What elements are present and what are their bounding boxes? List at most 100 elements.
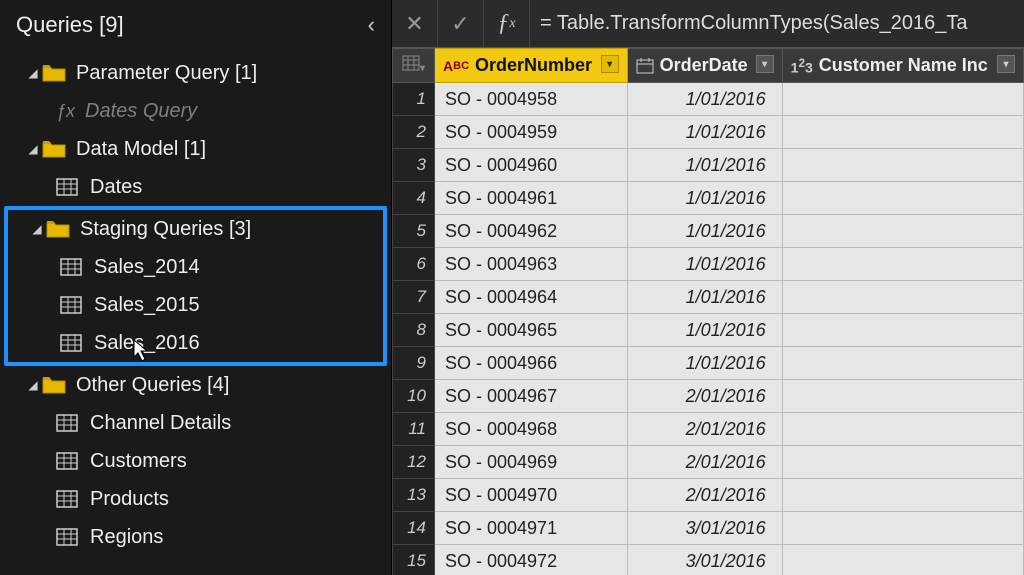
query-item[interactable]: Sales_2016 bbox=[8, 324, 383, 362]
cell-order[interactable]: SO - 0004960 bbox=[435, 149, 628, 182]
column-header[interactable]: ABCOrderNumber▾ bbox=[435, 49, 628, 83]
cell-customer[interactable] bbox=[782, 149, 1023, 182]
table-icon bbox=[60, 334, 82, 352]
cell-date[interactable]: 1/01/2016 bbox=[627, 182, 782, 215]
cell-order[interactable]: SO - 0004963 bbox=[435, 248, 628, 281]
cell-date[interactable]: 3/01/2016 bbox=[627, 512, 782, 545]
table-row[interactable]: 4SO - 00049611/01/2016 bbox=[393, 182, 1024, 215]
row-number: 2 bbox=[393, 116, 435, 149]
cell-date[interactable]: 1/01/2016 bbox=[627, 116, 782, 149]
group-label: Parameter Query [1] bbox=[76, 62, 257, 85]
query-group[interactable]: ◢Data Model [1] bbox=[4, 130, 387, 168]
cell-date[interactable]: 2/01/2016 bbox=[627, 380, 782, 413]
cell-order[interactable]: SO - 0004969 bbox=[435, 446, 628, 479]
query-group[interactable]: ◢Parameter Query [1] bbox=[4, 54, 387, 92]
cell-order[interactable]: SO - 0004967 bbox=[435, 380, 628, 413]
cell-date[interactable]: 1/01/2016 bbox=[627, 281, 782, 314]
cell-customer[interactable] bbox=[782, 347, 1023, 380]
table-row[interactable]: 9SO - 00049661/01/2016 bbox=[393, 347, 1024, 380]
column-header[interactable]: OrderDate▾ bbox=[627, 49, 782, 83]
formula-input[interactable] bbox=[530, 0, 1024, 47]
folder-icon bbox=[46, 220, 70, 238]
table-row[interactable]: 14SO - 00049713/01/2016 bbox=[393, 512, 1024, 545]
cell-order[interactable]: SO - 0004965 bbox=[435, 314, 628, 347]
number-type-icon: 123 bbox=[791, 57, 813, 76]
cell-customer[interactable] bbox=[782, 380, 1023, 413]
column-filter-icon[interactable]: ▾ bbox=[601, 55, 619, 73]
query-item[interactable]: Customers bbox=[4, 442, 387, 480]
query-group[interactable]: ◢Staging Queries [3] bbox=[8, 210, 383, 248]
query-item[interactable]: ƒxDates Query bbox=[4, 92, 387, 130]
query-item[interactable]: Dates bbox=[4, 168, 387, 206]
queries-tree: ◢Parameter Query [1]ƒxDates Query◢Data M… bbox=[0, 54, 391, 556]
text-type-icon: ABC bbox=[443, 58, 469, 74]
cell-date[interactable]: 2/01/2016 bbox=[627, 446, 782, 479]
query-item[interactable]: Regions bbox=[4, 518, 387, 556]
group-label: Staging Queries [3] bbox=[80, 218, 251, 241]
row-number: 7 bbox=[393, 281, 435, 314]
cell-customer[interactable] bbox=[782, 479, 1023, 512]
cell-customer[interactable] bbox=[782, 413, 1023, 446]
column-filter-icon[interactable]: ▾ bbox=[756, 55, 774, 73]
cell-date[interactable]: 2/01/2016 bbox=[627, 479, 782, 512]
cancel-formula-button[interactable]: ✕ bbox=[392, 0, 438, 47]
table-row[interactable]: 3SO - 00049601/01/2016 bbox=[393, 149, 1024, 182]
cell-date[interactable]: 1/01/2016 bbox=[627, 248, 782, 281]
cell-customer[interactable] bbox=[782, 83, 1023, 116]
table-row[interactable]: 7SO - 00049641/01/2016 bbox=[393, 281, 1024, 314]
cell-order[interactable]: SO - 0004970 bbox=[435, 479, 628, 512]
cell-order[interactable]: SO - 0004961 bbox=[435, 182, 628, 215]
table-row[interactable]: 8SO - 00049651/01/2016 bbox=[393, 314, 1024, 347]
query-label: Regions bbox=[90, 526, 163, 549]
cell-customer[interactable] bbox=[782, 215, 1023, 248]
cell-order[interactable]: SO - 0004966 bbox=[435, 347, 628, 380]
table-row[interactable]: 1SO - 00049581/01/2016 bbox=[393, 83, 1024, 116]
cell-date[interactable]: 1/01/2016 bbox=[627, 83, 782, 116]
row-number: 12 bbox=[393, 446, 435, 479]
cell-date[interactable]: 1/01/2016 bbox=[627, 314, 782, 347]
table-row[interactable]: 10SO - 00049672/01/2016 bbox=[393, 380, 1024, 413]
cell-order[interactable]: SO - 0004968 bbox=[435, 413, 628, 446]
table-row[interactable]: 11SO - 00049682/01/2016 bbox=[393, 413, 1024, 446]
query-item[interactable]: Products bbox=[4, 480, 387, 518]
cell-date[interactable]: 1/01/2016 bbox=[627, 149, 782, 182]
row-header-corner[interactable]: ▾ bbox=[393, 49, 435, 83]
query-item[interactable]: Channel Details bbox=[4, 404, 387, 442]
collapse-panel-icon[interactable]: ‹ bbox=[368, 12, 375, 38]
cell-date[interactable]: 3/01/2016 bbox=[627, 545, 782, 575]
query-group[interactable]: ◢Other Queries [4] bbox=[4, 366, 387, 404]
query-item[interactable]: Sales_2015 bbox=[8, 286, 383, 324]
cell-customer[interactable] bbox=[782, 446, 1023, 479]
cell-date[interactable]: 1/01/2016 bbox=[627, 215, 782, 248]
cell-order[interactable]: SO - 0004972 bbox=[435, 545, 628, 575]
table-icon bbox=[56, 452, 78, 470]
cell-order[interactable]: SO - 0004964 bbox=[435, 281, 628, 314]
table-row[interactable]: 6SO - 00049631/01/2016 bbox=[393, 248, 1024, 281]
cell-customer[interactable] bbox=[782, 182, 1023, 215]
cell-customer[interactable] bbox=[782, 281, 1023, 314]
cell-customer[interactable] bbox=[782, 248, 1023, 281]
table-row[interactable]: 12SO - 00049692/01/2016 bbox=[393, 446, 1024, 479]
table-row[interactable]: 15SO - 00049723/01/2016 bbox=[393, 545, 1024, 575]
column-header[interactable]: 123Customer Name Inc▾ bbox=[782, 49, 1023, 83]
table-row[interactable]: 13SO - 00049702/01/2016 bbox=[393, 479, 1024, 512]
accept-formula-button[interactable]: ✓ bbox=[438, 0, 484, 47]
cell-customer[interactable] bbox=[782, 512, 1023, 545]
cell-customer[interactable] bbox=[782, 116, 1023, 149]
cell-customer[interactable] bbox=[782, 314, 1023, 347]
query-label: Customers bbox=[90, 450, 187, 473]
cell-order[interactable]: SO - 0004959 bbox=[435, 116, 628, 149]
cell-date[interactable]: 1/01/2016 bbox=[627, 347, 782, 380]
column-filter-icon[interactable]: ▾ bbox=[997, 55, 1015, 73]
cell-customer[interactable] bbox=[782, 545, 1023, 575]
cell-order[interactable]: SO - 0004971 bbox=[435, 512, 628, 545]
cell-order[interactable]: SO - 0004958 bbox=[435, 83, 628, 116]
cell-date[interactable]: 2/01/2016 bbox=[627, 413, 782, 446]
cell-order[interactable]: SO - 0004962 bbox=[435, 215, 628, 248]
query-item[interactable]: Sales_2014 bbox=[8, 248, 383, 286]
row-number: 15 bbox=[393, 545, 435, 575]
table-row[interactable]: 5SO - 00049621/01/2016 bbox=[393, 215, 1024, 248]
query-label: Products bbox=[90, 488, 169, 511]
table-row[interactable]: 2SO - 00049591/01/2016 bbox=[393, 116, 1024, 149]
fx-icon[interactable]: ƒx bbox=[484, 0, 530, 47]
